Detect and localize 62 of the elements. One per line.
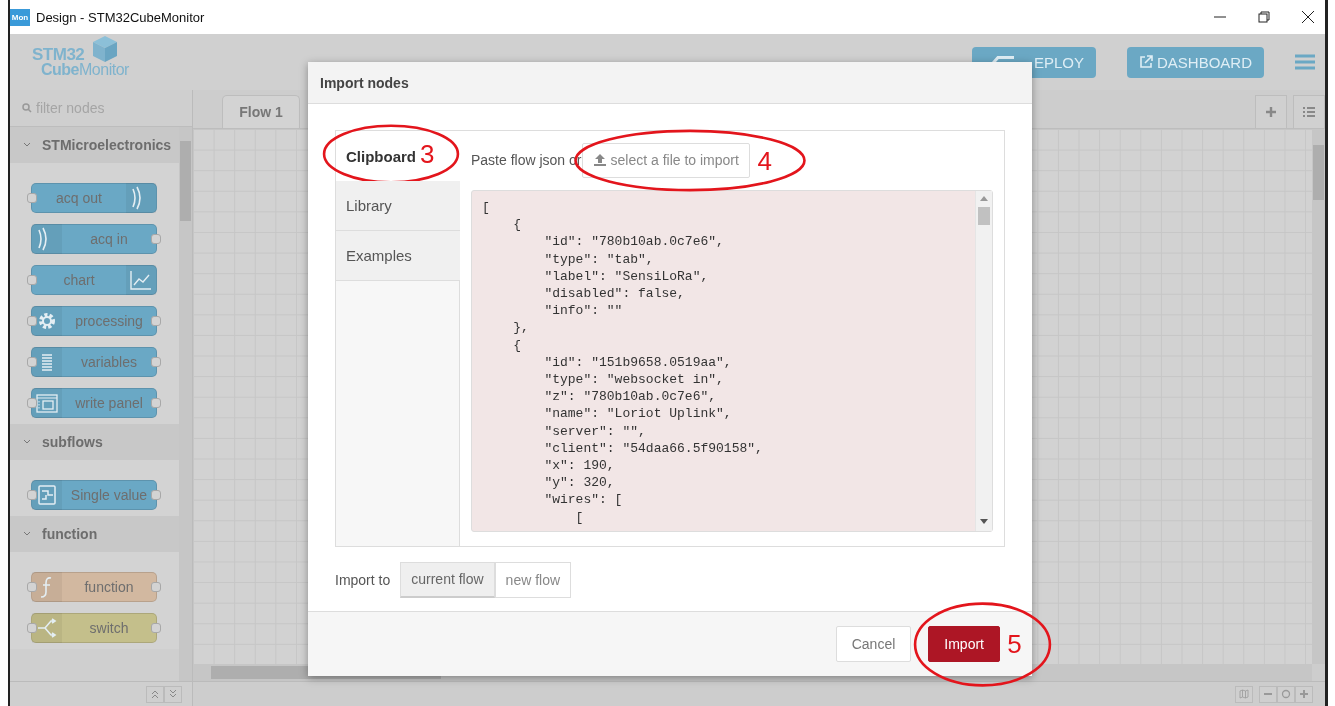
plus-icon: [1299, 689, 1309, 699]
function-icon: [32, 572, 62, 602]
dialog-tab[interactable]: Examples: [336, 231, 460, 281]
window-title: Design - STM32CubeMonitor: [36, 9, 205, 25]
annotation-number: 3: [420, 141, 435, 167]
logo-text: CubeMonitor: [41, 62, 129, 77]
flow-tab[interactable]: Flow 1: [222, 95, 300, 128]
select-file-button[interactable]: select a file to import: [581, 142, 750, 178]
dialog-title: Import nodes: [320, 74, 409, 91]
palette-category[interactable]: STMicroelectronics: [10, 127, 179, 163]
subflow-icon: [32, 480, 62, 510]
chart-icon: [126, 265, 156, 295]
annotation-number: 5: [1007, 631, 1022, 657]
palette-category[interactable]: function: [10, 516, 179, 552]
zoom-reset-button[interactable]: [1277, 685, 1295, 703]
cancel-button[interactable]: Cancel: [835, 626, 912, 662]
logo-text: STM32: [32, 47, 85, 62]
double-chevron-down-icon: [168, 689, 178, 699]
wave-icon: [126, 183, 156, 213]
gear-icon: [32, 306, 62, 336]
app-icon: Mon: [10, 8, 30, 26]
external-link-icon: [1138, 55, 1153, 69]
import-button[interactable]: Import: [928, 626, 1000, 662]
menu-icon[interactable]: [1295, 54, 1315, 70]
double-chevron-up-icon: [150, 689, 160, 699]
switch-icon: [32, 613, 62, 643]
import-target-toggle[interactable]: new flow: [494, 561, 572, 598]
close-icon[interactable]: [1301, 10, 1315, 24]
panel-icon: [32, 388, 62, 418]
restore-icon[interactable]: [1257, 10, 1271, 24]
json-text-area[interactable]: [471, 190, 993, 532]
dashboard-button[interactable]: DASHBOARD: [1126, 46, 1264, 78]
scrollbar[interactable]: [179, 127, 192, 681]
json-text: [ { "id": "780b10ab.0c7e6", "type": "tab", "label": "SensiLoRa", "disabled": false, "info": "" }, { "id": "151b9658.0519aa", "type": "websocket in", "z": "780b10ab.0c7e6", "name": "Loriot Uplink", "server": "", "client": "54daa66.5f90158", "x": 190, "y": 320, "wires": [ [: [481, 199, 764, 527]
wave-icon: [32, 224, 62, 254]
annotation-number: 4: [757, 147, 772, 174]
add-tab-button[interactable]: [1255, 95, 1287, 128]
scroll-up-icon[interactable]: [980, 195, 988, 201]
scrollbar-thumb[interactable]: [978, 207, 990, 225]
collapse-all-button[interactable]: [146, 685, 164, 703]
scrollbar-thumb[interactable]: [1313, 145, 1324, 200]
map-button[interactable]: [1235, 685, 1253, 703]
search-icon: [22, 103, 32, 113]
dialog-tab[interactable]: Library: [336, 181, 460, 231]
import-target-toggle[interactable]: current flow: [400, 561, 495, 598]
plus-icon: [1264, 105, 1278, 119]
zoom-out-button[interactable]: [1259, 685, 1277, 703]
palette-category[interactable]: subflows: [10, 424, 179, 460]
import-to-label: Import to: [335, 571, 391, 588]
expand-all-button[interactable]: [164, 685, 182, 703]
scroll-down-icon[interactable]: [980, 519, 988, 525]
scrollbar[interactable]: [1312, 129, 1325, 664]
upload-icon: [592, 154, 607, 166]
list-icon: [32, 347, 62, 377]
map-icon: [1239, 689, 1249, 699]
scrollbar[interactable]: [975, 191, 992, 531]
list-icon: [1302, 105, 1316, 119]
scrollbar-thumb[interactable]: [180, 141, 191, 221]
list-button[interactable]: [1293, 95, 1325, 128]
cube-icon: [92, 35, 118, 63]
zoom-in-button[interactable]: [1295, 685, 1313, 703]
circle-icon: [1281, 689, 1291, 699]
